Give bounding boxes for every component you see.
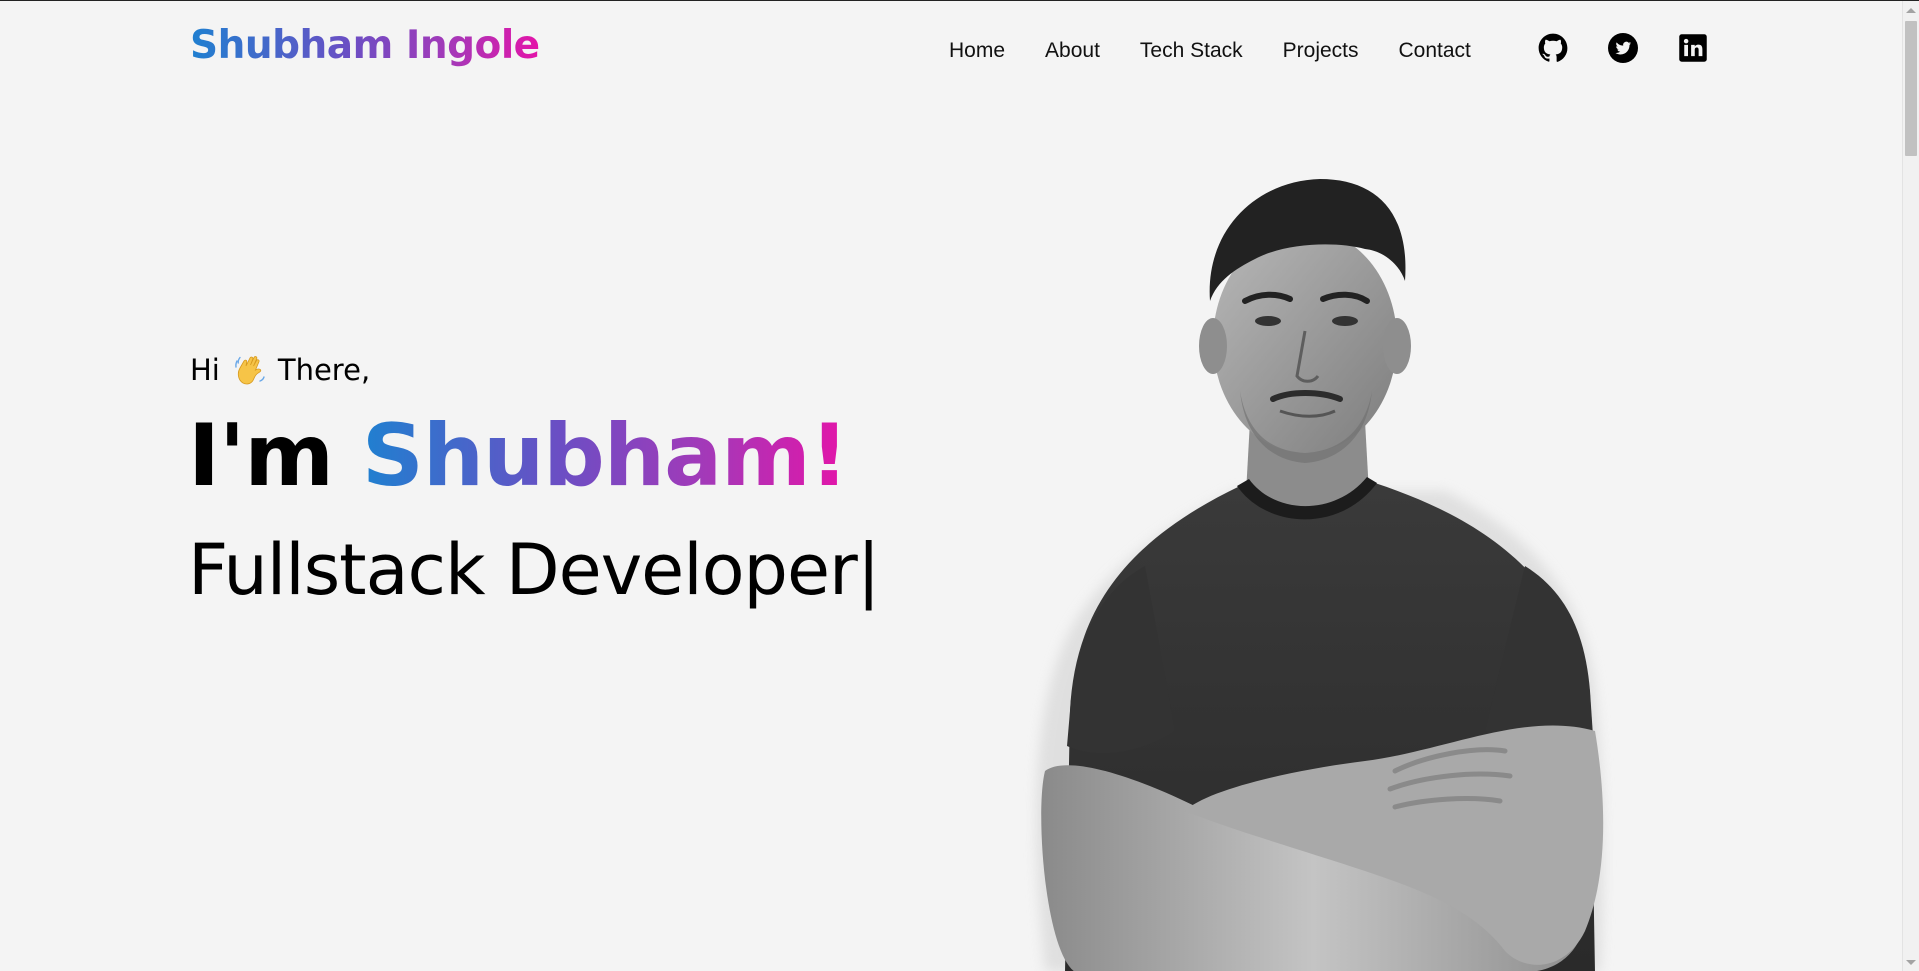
page: Shubham Ingole Home About Tech Stack Pro… <box>0 0 1919 971</box>
scroll-up-arrow-icon[interactable] <box>1906 8 1916 13</box>
scroll-thumb[interactable] <box>1905 21 1917 156</box>
social-links <box>1538 33 1748 63</box>
nav-projects-link[interactable]: Projects <box>1283 39 1359 63</box>
headline-name: Shubham! <box>361 406 849 506</box>
nav-tech-stack-link[interactable]: Tech Stack <box>1140 39 1243 63</box>
nav-about-link[interactable]: About <box>1045 39 1100 63</box>
main-nav: Home About Tech Stack Projects Contact <box>949 37 1511 65</box>
linkedin-icon[interactable] <box>1678 33 1708 63</box>
nav-contact-link[interactable]: Contact <box>1399 39 1471 63</box>
headline-prefix: I'm <box>188 406 334 506</box>
role-text: Fullstack Developer <box>188 529 858 611</box>
nav-home-link[interactable]: Home <box>949 39 1005 63</box>
github-icon[interactable] <box>1538 33 1568 63</box>
headline: I'm Shubham! <box>188 406 849 506</box>
site-logo[interactable]: Shubham Ingole <box>190 23 540 68</box>
typing-cursor: | <box>856 529 881 611</box>
profile-photo <box>1005 171 1645 971</box>
twitter-icon[interactable] <box>1608 33 1638 63</box>
greeting: Hi There, <box>190 353 370 387</box>
vertical-scrollbar[interactable] <box>1902 1 1919 971</box>
greeting-hi: Hi <box>190 353 220 387</box>
waving-hand-icon <box>234 353 266 387</box>
greeting-there: There, <box>277 353 371 387</box>
role-typewriter: Fullstack Developer| <box>188 525 881 615</box>
scroll-down-arrow-icon[interactable] <box>1906 960 1916 965</box>
